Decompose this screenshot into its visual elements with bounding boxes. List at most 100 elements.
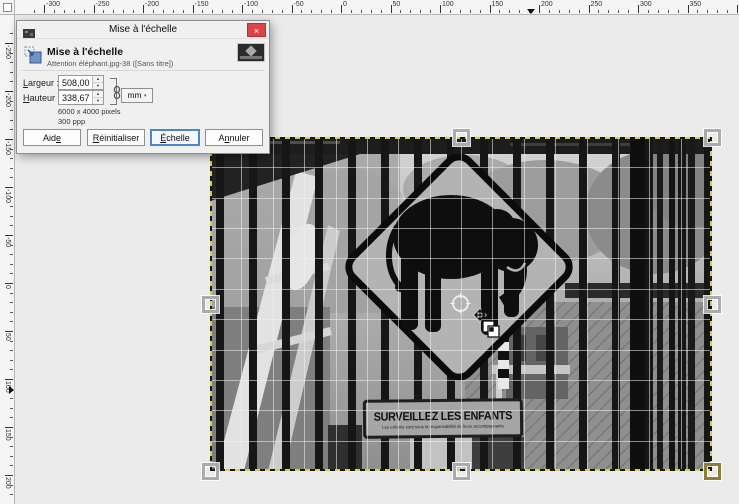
chain-link-toggle[interactable] <box>110 78 117 105</box>
dialog-separator <box>21 70 265 71</box>
ruler-tick <box>539 5 540 13</box>
ruler-tick <box>5 43 13 44</box>
ruler-tick <box>10 465 13 466</box>
scale-handle-top-right[interactable] <box>704 129 721 146</box>
ruler-tick <box>678 10 679 13</box>
ruler-label: 100 <box>442 1 454 8</box>
ruler-tick <box>628 10 629 13</box>
scale-button[interactable]: Échelle <box>150 129 200 146</box>
ruler-label: -200 <box>145 1 159 8</box>
grid-line <box>210 319 712 320</box>
ruler-tick <box>371 10 372 13</box>
ruler-tick <box>10 350 13 351</box>
grid-line <box>210 441 712 442</box>
height-label: Hauteur : <box>23 93 60 103</box>
ruler-tick <box>10 168 13 169</box>
ruler-tick <box>608 10 609 13</box>
label-mnemonic: e <box>56 133 61 143</box>
width-spinner[interactable]: ▲▼ <box>92 76 103 89</box>
unit-select[interactable]: mm ▾ <box>121 88 153 103</box>
ruler-tick <box>668 10 669 13</box>
height-spinner[interactable]: ▲▼ <box>92 91 103 104</box>
ruler-origin-icon <box>3 3 12 12</box>
ruler-tick <box>420 10 421 13</box>
grid-line <box>555 137 556 471</box>
scale-handle-bottom-left[interactable] <box>202 463 219 480</box>
spin-down-icon[interactable]: ▼ <box>93 82 103 90</box>
ruler-tick <box>10 293 13 294</box>
ruler-tick <box>183 10 184 13</box>
ruler-tick <box>212 10 213 13</box>
height-input[interactable]: 338,67 ▲▼ <box>58 90 104 105</box>
ruler-tick <box>5 235 13 236</box>
ruler-position-marker <box>9 386 14 394</box>
close-button[interactable]: × <box>247 23 266 37</box>
label-part: chelle <box>166 133 190 143</box>
ruler-tick <box>381 10 382 13</box>
ruler-tick <box>242 5 243 13</box>
height-value: 338,67 <box>62 93 90 103</box>
unit-value: mm <box>127 90 141 100</box>
ruler-tick <box>10 494 13 495</box>
scale-handle-middle-right[interactable] <box>704 296 721 313</box>
grid-line <box>649 137 650 471</box>
scale-handle-bottom-right[interactable] <box>704 463 721 480</box>
ruler-tick <box>688 5 689 13</box>
ruler-tick <box>10 264 13 265</box>
ruler-tick <box>460 10 461 13</box>
ruler-tick <box>5 379 13 380</box>
ruler-tick <box>470 10 471 13</box>
ruler-tick <box>113 10 114 13</box>
ruler-tick <box>10 360 13 361</box>
grid-line <box>210 228 712 229</box>
scale-handle-top-middle[interactable] <box>453 129 470 146</box>
reset-button[interactable]: Réinitialiser <box>87 129 145 146</box>
ruler-tick <box>202 10 203 13</box>
ruler-tick <box>232 10 233 13</box>
help-button[interactable]: Aide <box>23 129 81 146</box>
pivot-tick <box>460 309 461 314</box>
ruler-horizontal[interactable]: -300-250-200-150-100-5005010015020025030… <box>15 0 739 15</box>
ruler-tick <box>84 10 85 13</box>
ruler-tick <box>727 10 728 13</box>
ruler-tick <box>173 10 174 13</box>
ruler-tick <box>499 10 500 13</box>
scale-handle-middle-left[interactable] <box>202 296 219 313</box>
label-part: Aid <box>43 133 56 143</box>
ruler-label: 300 <box>640 1 652 8</box>
width-label: Largeur : <box>23 78 59 88</box>
ruler-tick <box>450 10 451 13</box>
ruler-tick <box>10 101 13 102</box>
label-part: éinitialiser <box>99 133 139 143</box>
ruler-position-marker <box>527 9 535 14</box>
ruler-tick <box>10 369 13 370</box>
grid-line <box>210 380 712 381</box>
ruler-tick <box>10 72 13 73</box>
ruler-vertical[interactable]: -250-200-150-100-50050100150200 <box>0 15 15 504</box>
width-input[interactable]: 508,00 ▲▼ <box>58 75 104 90</box>
grid-line <box>336 137 337 471</box>
ruler-tick <box>400 10 401 13</box>
ruler-tick <box>311 10 312 13</box>
spin-down-icon[interactable]: ▼ <box>93 97 103 105</box>
grid-line <box>210 410 712 411</box>
ruler-tick <box>10 437 13 438</box>
ruler-tick <box>5 187 13 188</box>
width-value: 508,00 <box>62 78 90 88</box>
ruler-tick <box>10 312 13 313</box>
grid-line <box>681 137 682 471</box>
dialog-titlebar[interactable]: Mise à l'échelle × <box>17 21 269 39</box>
ruler-tick <box>10 53 13 54</box>
ruler-label: 0 <box>343 1 347 8</box>
ruler-label: 250 <box>591 1 603 8</box>
ruler-tick <box>94 5 95 13</box>
ruler-tick <box>5 139 13 140</box>
scale-handle-bottom-middle[interactable] <box>453 463 470 480</box>
ruler-tick <box>519 10 520 13</box>
ruler-label: -300 <box>46 1 60 8</box>
scale-pivot-marker[interactable] <box>452 295 469 312</box>
cancel-button[interactable]: Annuler <box>205 129 263 146</box>
ruler-origin-button[interactable] <box>0 0 15 15</box>
ruler-tick <box>74 10 75 13</box>
grid-line <box>210 198 712 199</box>
